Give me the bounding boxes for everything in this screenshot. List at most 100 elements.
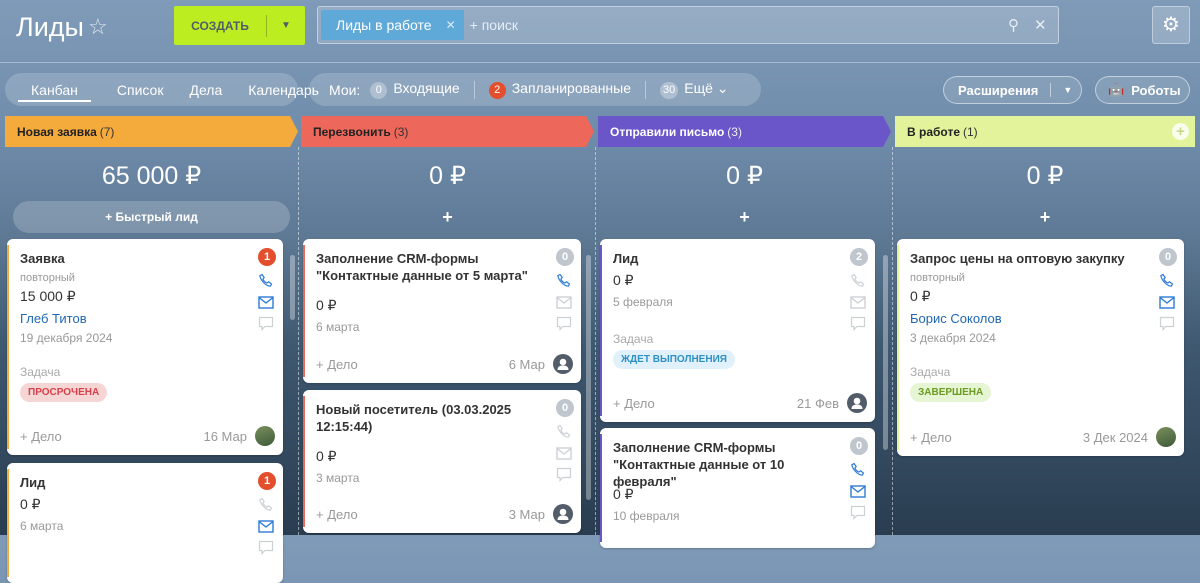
lead-card[interactable]: Заполнение CRM-формы "Контактные данные … <box>303 239 581 383</box>
chat-icon[interactable] <box>850 505 866 520</box>
card-footer: + Дело 3 Мар <box>316 504 573 524</box>
column-header[interactable]: Новая заявка (7) <box>5 116 298 147</box>
page-title: Лиды <box>16 12 84 42</box>
mail-icon[interactable] <box>258 296 274 309</box>
add-column-icon[interactable]: + <box>1172 123 1189 140</box>
clear-icon[interactable]: ✕ <box>1034 16 1047 34</box>
phone-icon[interactable] <box>258 273 274 289</box>
card-title[interactable]: Заполнение CRM-формы "Контактные данные … <box>316 250 541 284</box>
lead-card[interactable]: Заполнение CRM-формы "Контактные данные … <box>600 428 875 548</box>
contact-actions <box>850 273 866 331</box>
contact-link[interactable]: Борис Соколов <box>910 311 1002 326</box>
counter-badge: 30 <box>660 82 679 99</box>
filter-search-bar[interactable]: Лиды в работе ✕ + поиск ⚲ ✕ <box>317 6 1059 44</box>
activity-count-badge: 1 <box>258 472 276 490</box>
dropdown-arrow-icon[interactable]: ▼ <box>1063 85 1072 95</box>
phone-icon[interactable] <box>1159 273 1175 289</box>
tab-activities[interactable]: Дела <box>176 82 235 98</box>
phone-icon[interactable] <box>556 424 572 440</box>
card-date: 6 марта <box>316 320 360 334</box>
filter-chip[interactable]: Лиды в работе ✕ <box>321 10 464 40</box>
chat-icon[interactable] <box>850 316 866 331</box>
phone-icon[interactable] <box>556 273 572 289</box>
mail-icon[interactable] <box>556 296 572 309</box>
avatar[interactable] <box>1156 427 1176 447</box>
card-title[interactable]: Заявка <box>20 250 243 267</box>
divider <box>0 62 1200 63</box>
chat-icon[interactable] <box>258 540 274 555</box>
task-status-badge: ЖДЕТ ВЫПОЛНЕНИЯ <box>613 350 735 369</box>
favorite-star-icon[interactable]: ☆ <box>88 14 108 40</box>
chat-icon[interactable] <box>556 316 572 331</box>
mail-icon[interactable] <box>850 296 866 309</box>
card-title[interactable]: Запрос цены на оптовую закупку <box>910 250 1144 267</box>
avatar[interactable] <box>553 504 573 524</box>
divider <box>473 80 475 99</box>
add-activity-link[interactable]: + Дело <box>910 430 1083 445</box>
counter-planned[interactable]: 2 Запланированные <box>488 80 631 99</box>
counters-bar: Мои: 0 Входящие 2 Запланированные 30 Ещё ⌄ <box>309 73 761 106</box>
activity-count-badge: 0 <box>556 248 574 266</box>
mail-icon[interactable] <box>850 485 866 498</box>
add-item-button[interactable]: + <box>606 201 883 233</box>
search-icon[interactable]: ⚲ <box>1008 16 1019 34</box>
lead-card[interactable]: Лид 1 0 ₽ 6 марта <box>7 463 283 583</box>
add-activity-link[interactable]: + Дело <box>20 429 203 444</box>
column-count: (3) <box>393 124 409 139</box>
scrollbar[interactable] <box>883 255 888 450</box>
counter-label: Запланированные <box>511 80 631 96</box>
card-title[interactable]: Лид <box>613 250 835 267</box>
mail-icon[interactable] <box>258 520 274 533</box>
stage-strip <box>600 245 602 416</box>
dropdown-arrow-icon[interactable]: ▼ <box>267 20 305 31</box>
lead-card[interactable]: Лид 2 0 ₽ 5 февраля Задача ЖДЕТ ВЫПОЛНЕНИЯ + Д… <box>600 239 875 422</box>
counter-incoming[interactable]: 0 Входящие <box>370 80 460 99</box>
tab-label: Канбан <box>18 81 91 102</box>
extensions-button[interactable]: Расширения ▼ <box>943 76 1082 104</box>
column-count: (7) <box>99 124 115 139</box>
add-item-button[interactable]: + <box>309 201 586 233</box>
column-header[interactable]: Перезвонить (3) <box>301 116 594 147</box>
search-input[interactable]: + поиск <box>470 17 518 33</box>
mail-icon[interactable] <box>556 447 572 460</box>
remove-filter-icon[interactable]: ✕ <box>446 18 456 32</box>
tab-kanban[interactable]: Канбан <box>5 81 104 102</box>
contact-link[interactable]: Глеб Титов <box>20 311 87 326</box>
phone-icon[interactable] <box>258 497 274 513</box>
chat-icon[interactable] <box>258 316 274 331</box>
robots-button[interactable]: 🤖 Роботы <box>1095 76 1190 104</box>
column-header[interactable]: В работе (1) + <box>895 116 1195 147</box>
add-activity-link[interactable]: + Дело <box>613 396 797 411</box>
stage-strip <box>897 245 899 450</box>
add-item-button[interactable]: + <box>903 201 1187 233</box>
avatar[interactable] <box>847 393 867 413</box>
add-activity-link[interactable]: + Дело <box>316 357 509 372</box>
lead-card[interactable]: Заявка 1 повторный 15 000 ₽ Глеб Титов 19 дек… <box>7 239 283 455</box>
activity-count-badge: 1 <box>258 248 276 266</box>
card-title[interactable]: Новый посетитель (03.03.2025 12:15:44) <box>316 401 541 435</box>
phone-icon[interactable] <box>850 273 866 289</box>
tab-list[interactable]: Список <box>104 82 177 98</box>
add-activity-link[interactable]: + Дело <box>316 507 509 522</box>
column-header[interactable]: Отправили письмо (3) <box>598 116 891 147</box>
scrollbar[interactable] <box>290 255 295 320</box>
card-title[interactable]: Лид <box>20 474 243 491</box>
mail-icon[interactable] <box>1159 296 1175 309</box>
column-count: (3) <box>727 124 742 139</box>
chat-icon[interactable] <box>1159 316 1175 331</box>
card-title[interactable]: Заполнение CRM-формы "Контактные данные … <box>613 439 835 490</box>
divider <box>1050 83 1052 97</box>
scrollbar[interactable] <box>586 255 591 500</box>
create-button[interactable]: СОЗДАТЬ ▼ <box>174 6 305 45</box>
avatar[interactable] <box>255 426 275 446</box>
contact-actions <box>1159 273 1175 331</box>
settings-gear-button[interactable]: ⚙ <box>1152 6 1190 44</box>
phone-icon[interactable] <box>850 462 866 478</box>
counter-more[interactable]: 30 Ещё ⌄ <box>660 80 729 99</box>
column-name: Новая заявка <box>17 124 97 139</box>
lead-card[interactable]: Новый посетитель (03.03.2025 12:15:44) 0 0… <box>303 390 581 533</box>
lead-card[interactable]: Запрос цены на оптовую закупку 0 повторный… <box>897 239 1184 456</box>
chat-icon[interactable] <box>556 467 572 482</box>
avatar[interactable] <box>553 354 573 374</box>
quick-lead-button[interactable]: + Быстрый лид <box>13 201 290 233</box>
